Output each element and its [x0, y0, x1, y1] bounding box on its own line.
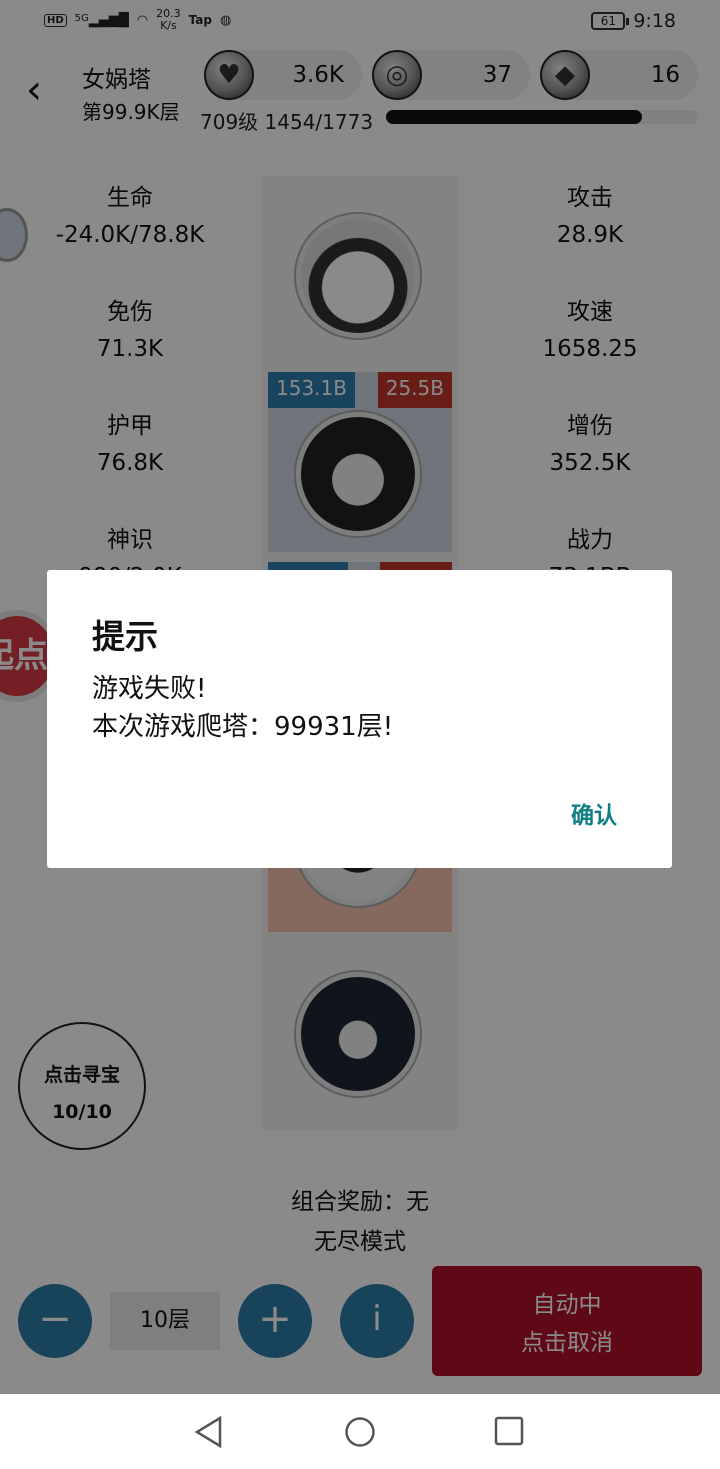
alert-dialog: 提示 游戏失败! 本次游戏爬塔：99931层! 确认 — [47, 570, 672, 868]
confirm-button[interactable]: 确认 — [571, 796, 617, 830]
nav-home-icon[interactable] — [344, 1416, 376, 1448]
nav-recent-icon[interactable] — [494, 1416, 524, 1446]
system-nav-bar — [0, 1394, 720, 1469]
nav-back-icon[interactable] — [194, 1415, 224, 1452]
dialog-message: 游戏失败! 本次游戏爬塔：99931层! — [92, 674, 394, 742]
dialog-title: 提示 — [92, 617, 158, 656]
